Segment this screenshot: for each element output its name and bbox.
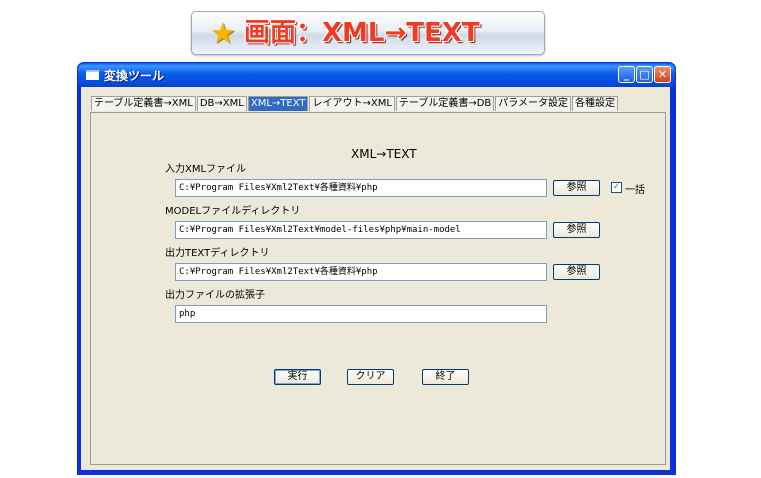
minimize-button[interactable]: _ — [618, 66, 635, 83]
model-dir-browse-button[interactable]: 参照 — [553, 222, 600, 238]
bulk-label: 一括 — [625, 185, 645, 196]
tab-parameter-settings[interactable]: パラメータ設定 — [495, 96, 571, 111]
xml-to-text-panel: XML→TEXT 入力XMLファイル C:¥Program Files¥Xml2… — [90, 112, 666, 465]
model-dir-field[interactable]: C:¥Program Files¥Xml2Text¥model-files¥ph… — [175, 221, 547, 239]
output-dir-browse-button[interactable]: 参照 — [553, 264, 600, 280]
maximize-button[interactable]: □ — [636, 66, 653, 83]
tab-db-to-xml[interactable]: DB→XML — [196, 96, 247, 111]
tab-table-def-to-db[interactable]: テーブル定義書→DB — [395, 96, 495, 111]
header-banner: ★ 画面：XML→TEXT — [191, 11, 545, 55]
tab-table-def-to-xml[interactable]: テーブル定義書→XML — [91, 96, 196, 111]
clear-button[interactable]: クリア — [347, 369, 394, 385]
run-button[interactable]: 実行 — [274, 369, 321, 385]
star-icon: ★ — [210, 16, 236, 50]
tab-strip: テーブル定義書→XML DB→XML XML→TEXT レイアウト→XML テー… — [91, 96, 619, 112]
input-xml-label: 入力XMLファイル — [165, 164, 247, 175]
panel-heading: XML→TEXT — [351, 147, 417, 161]
model-dir-label: MODELファイルディレクトリ — [165, 206, 301, 217]
input-xml-field[interactable]: C:¥Program Files¥Xml2Text¥各種資料¥php — [175, 179, 547, 197]
output-dir-label: 出力TEXTディレクトリ — [165, 248, 270, 259]
tab-layout-to-xml[interactable]: レイアウト→XML — [309, 96, 395, 111]
window-client: テーブル定義書→XML DB→XML XML→TEXT レイアウト→XML テー… — [81, 87, 670, 470]
title-bar[interactable]: 変換ツール _ □ ✕ — [78, 63, 675, 87]
tab-xml-to-text[interactable]: XML→TEXT — [247, 96, 309, 111]
extension-field[interactable]: php — [175, 305, 547, 323]
app-window: 変換ツール _ □ ✕ テーブル定義書→XML DB→XML XML→TEXT … — [77, 62, 676, 475]
tab-misc-settings[interactable]: 各種設定 — [571, 96, 618, 111]
window-title: 変換ツール — [104, 69, 165, 83]
input-xml-browse-button[interactable]: 参照 — [553, 180, 600, 196]
extension-label: 出力ファイルの拡張子 — [165, 290, 265, 301]
output-dir-field[interactable]: C:¥Program Files¥Xml2Text¥各種資料¥php — [175, 263, 547, 281]
window-icon — [86, 70, 99, 80]
exit-button[interactable]: 終了 — [422, 369, 469, 385]
close-button[interactable]: ✕ — [654, 66, 671, 83]
banner-title: 画面：XML→TEXT — [244, 18, 480, 48]
bulk-checkbox[interactable]: ✓ — [611, 182, 622, 193]
